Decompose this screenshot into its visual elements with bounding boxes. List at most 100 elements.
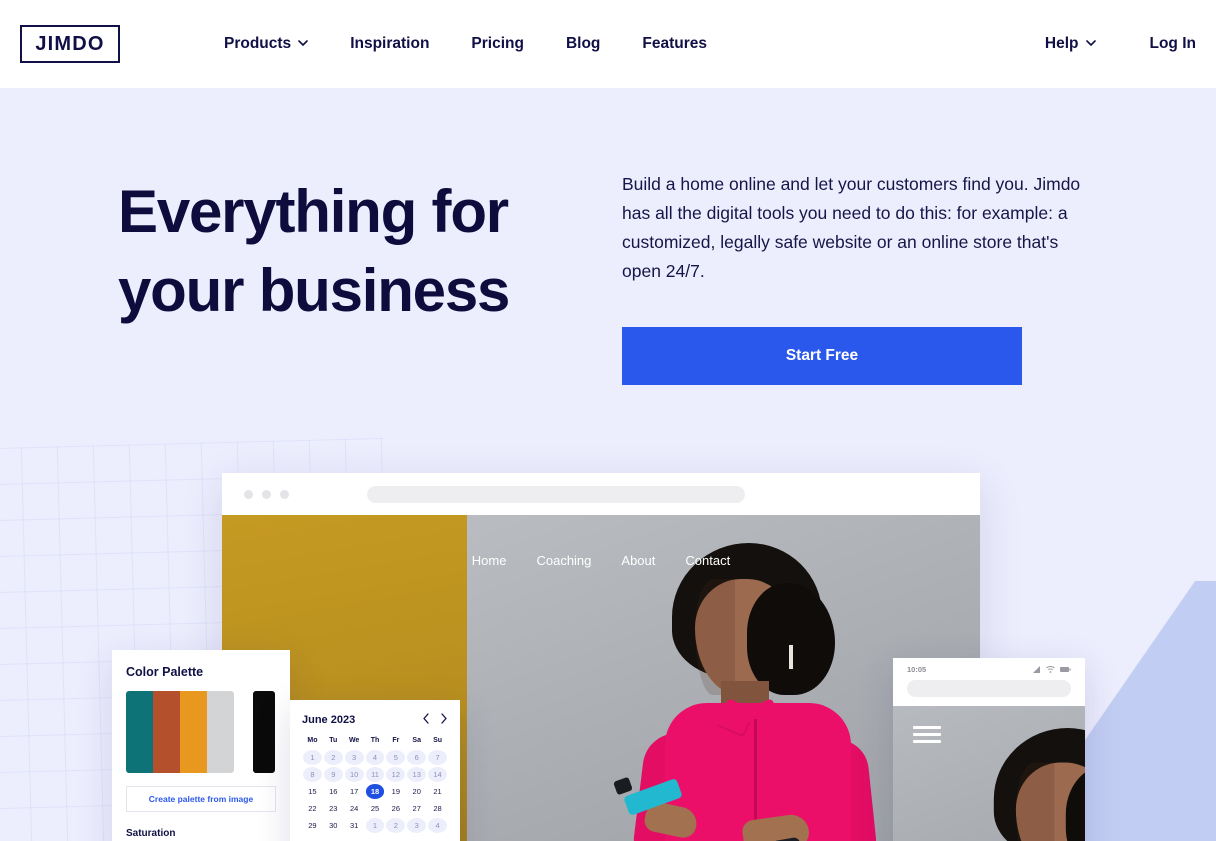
window-minimize-dot[interactable] — [262, 489, 271, 499]
calendar-nav-arrows — [422, 713, 448, 726]
calendar-day[interactable]: 13 — [407, 767, 427, 782]
calendar-day[interactable]: 4 — [428, 818, 447, 833]
calendar-day[interactable]: 29 — [303, 818, 322, 833]
phone-mockup: 10:05 — [893, 658, 1085, 841]
hero-subcopy: Build a home online and let your custome… — [622, 174, 1081, 282]
primary-navigation: Products Inspiration Pricing Blog Featur… — [224, 35, 707, 53]
chevron-left-icon[interactable] — [422, 713, 430, 726]
chevron-right-icon[interactable] — [440, 713, 448, 726]
calendar-day[interactable]: 11 — [365, 767, 385, 782]
subject-face-shadow — [1015, 762, 1055, 841]
calendar-day[interactable]: 9 — [323, 767, 343, 782]
secondary-navigation: Help Log In — [989, 35, 1216, 53]
mock-nav-contact[interactable]: Contact — [685, 553, 730, 568]
nav-label: Help — [1044, 35, 1079, 52]
start-free-button[interactable]: Start Free — [622, 327, 1022, 386]
calendar-day[interactable]: 3 — [407, 818, 427, 833]
hero-copy-right: Build a home online and let your custome… — [622, 170, 1092, 386]
calendar-day[interactable]: 6 — [407, 750, 427, 765]
headline-line-2: your business — [118, 257, 510, 325]
calendar-day[interactable]: 3 — [344, 750, 364, 765]
calendar-weekday-header: Mo — [307, 737, 318, 744]
calendar-day[interactable]: 14 — [428, 767, 447, 782]
calendar-day[interactable]: 5 — [386, 750, 406, 765]
create-palette-from-image-button[interactable]: Create palette from image — [126, 786, 276, 812]
site-header: JIMDO Products Inspiration Pricing Blog … — [0, 0, 1216, 88]
nav-item-blog[interactable]: Blog — [566, 35, 600, 53]
headline-line-1: Everything for — [118, 178, 509, 245]
phone-status-icons — [1033, 660, 1071, 678]
calendar-day[interactable]: 15 — [303, 784, 322, 799]
calendar-day[interactable]: 31 — [345, 818, 364, 833]
calendar-day[interactable]: 1 — [365, 818, 385, 833]
calendar-day[interactable]: 24 — [345, 801, 364, 816]
calendar-weekday-header: We — [348, 737, 360, 744]
calendar-weekday-header: Su — [433, 737, 443, 744]
calendar-day[interactable]: 25 — [366, 801, 385, 816]
calendar-day[interactable]: 8 — [303, 767, 322, 782]
battery-icon — [1060, 660, 1071, 678]
window-close-dot[interactable] — [244, 489, 253, 499]
mock-nav-about[interactable]: About — [621, 553, 655, 568]
palette-swatch-black[interactable] — [253, 691, 275, 773]
palette-swatch-row — [126, 691, 276, 773]
chevron-down-icon — [298, 38, 308, 48]
nav-item-features[interactable]: Features — [642, 35, 707, 53]
nav-item-login[interactable]: Log In — [1150, 35, 1197, 53]
calendar-day[interactable]: 23 — [324, 801, 343, 816]
subject-face-shadow — [695, 579, 735, 695]
calendar-day[interactable]: 12 — [386, 767, 406, 782]
calendar-day[interactable]: 19 — [386, 784, 405, 799]
page-title: Everything for your business — [118, 172, 588, 330]
calendar-grid: Mo Tu We Th Fr Sa Su 1 2 3 4 5 6 7 8 9 10 11 12 13 14 15 16 17 1… — [302, 737, 448, 833]
calendar-day[interactable]: 27 — [407, 801, 426, 816]
calendar-day[interactable]: 17 — [345, 784, 364, 799]
hero-section: Everything for your business Build a hom… — [0, 88, 1216, 841]
calendar-day[interactable]: 28 — [428, 801, 447, 816]
palette-swatch-rust[interactable] — [153, 691, 180, 773]
wifi-icon — [1046, 660, 1055, 678]
calendar-weekday-header: Th — [370, 737, 380, 744]
calendar-day-selected[interactable]: 18 — [365, 784, 385, 799]
calendar-day[interactable]: 30 — [324, 818, 343, 833]
nav-label: Inspiration — [350, 35, 430, 52]
window-maximize-dot[interactable] — [280, 489, 289, 499]
calendar-day[interactable]: 2 — [386, 818, 406, 833]
calendar-month-label: June 2023 — [302, 713, 356, 726]
palette-swatch-gray[interactable] — [207, 691, 234, 773]
signal-icon — [1033, 660, 1041, 678]
calendar-header: June 2023 — [302, 713, 448, 726]
saturation-label: Saturation — [126, 828, 176, 839]
jimdo-logo[interactable]: JIMDO — [20, 25, 120, 63]
photo-subject-woman — [613, 543, 917, 841]
browser-url-bar[interactable] — [367, 485, 745, 503]
phone-photo-subject — [941, 728, 1085, 841]
calendar-day[interactable]: 22 — [303, 801, 322, 816]
nav-item-inspiration[interactable]: Inspiration — [350, 35, 429, 53]
hamburger-menu-icon[interactable] — [913, 726, 941, 744]
booking-calendar-card: June 2023 Mo Tu We Th Fr Sa Su 1 2 3 4 5 6 7 8 9 10 11 12 1… — [290, 700, 460, 841]
palette-swatch-teal[interactable] — [126, 691, 153, 773]
calendar-day[interactable]: 1 — [303, 750, 322, 765]
calendar-day[interactable]: 10 — [344, 767, 364, 782]
calendar-day[interactable]: 16 — [324, 784, 343, 799]
mock-nav-coaching[interactable]: Coaching — [536, 553, 591, 568]
calendar-day[interactable]: 21 — [428, 784, 447, 799]
held-phone-top — [613, 776, 633, 796]
nav-item-help[interactable]: Help — [1045, 35, 1096, 53]
calendar-day[interactable]: 20 — [407, 784, 426, 799]
calendar-day[interactable]: 4 — [365, 750, 385, 765]
nav-label: Pricing — [471, 35, 524, 52]
window-controls — [244, 489, 289, 499]
calendar-day[interactable]: 7 — [428, 750, 447, 765]
mock-site-navigation: Home Coaching About Contact — [222, 553, 980, 568]
palette-swatch-amber[interactable] — [180, 691, 207, 773]
calendar-weekday-header: Fr — [392, 737, 400, 744]
nav-item-products[interactable]: Products — [224, 35, 308, 53]
calendar-day[interactable]: 2 — [323, 750, 343, 765]
mock-nav-home[interactable]: Home — [472, 553, 507, 568]
subject-earring — [789, 645, 793, 669]
phone-url-bar[interactable] — [907, 680, 1071, 697]
nav-item-pricing[interactable]: Pricing — [471, 35, 524, 53]
calendar-day[interactable]: 26 — [386, 801, 405, 816]
